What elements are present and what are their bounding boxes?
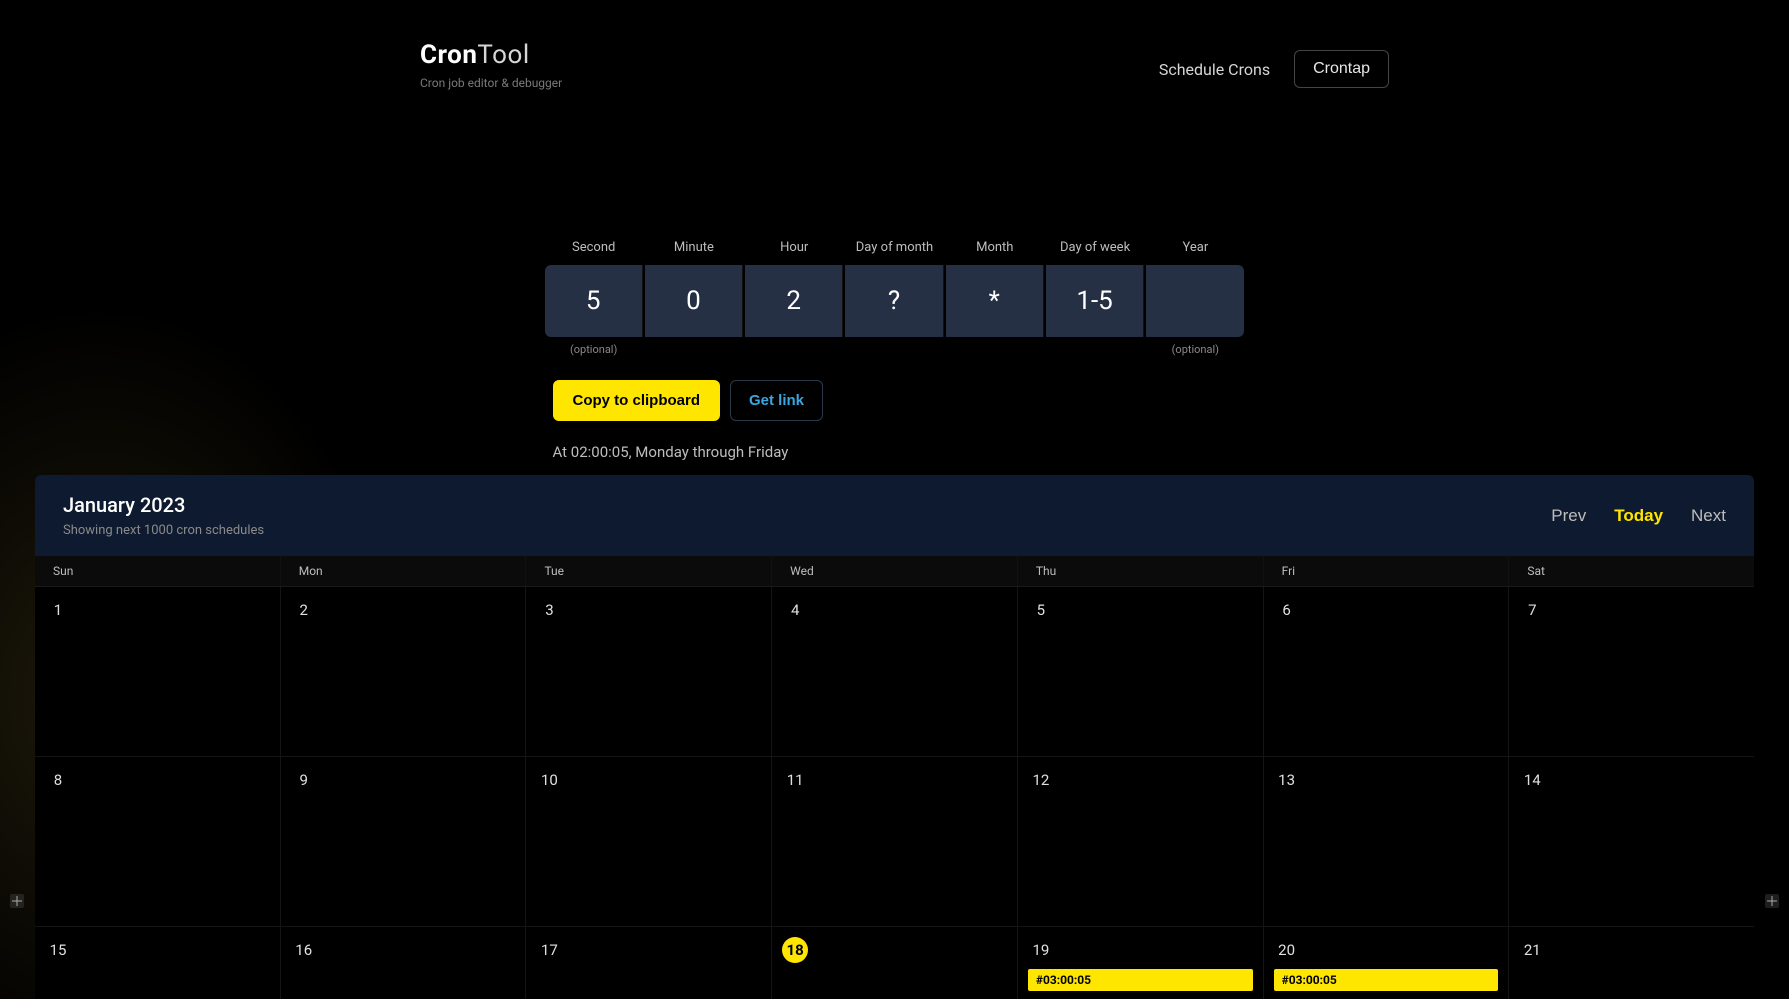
cron-field-hour: Hour 2 xyxy=(745,240,843,337)
day-number: 8 xyxy=(45,767,71,793)
calendar-day-cell[interactable]: 21 xyxy=(1509,927,1754,999)
cron-description: At 02:00:05, Monday through Friday xyxy=(553,443,789,461)
calendar-month-label: January 2023 xyxy=(63,493,264,517)
calendar-day-cell[interactable]: 14 xyxy=(1509,757,1754,927)
weekday-header: Sat xyxy=(1509,556,1754,586)
calendar-day-cell[interactable]: 10 xyxy=(526,757,772,927)
field-label: Hour xyxy=(780,240,808,255)
calendar-day-cell[interactable]: 20 #03:00:05 xyxy=(1264,927,1510,999)
day-number: 6 xyxy=(1274,597,1300,623)
day-number-today: 18 xyxy=(782,937,808,963)
crontap-button[interactable]: Crontap xyxy=(1294,50,1389,88)
calendar-next-button[interactable]: Next xyxy=(1691,506,1726,526)
brand-title: CronTool xyxy=(420,40,562,70)
day-number: 5 xyxy=(1028,597,1054,623)
day-number: 10 xyxy=(536,767,562,793)
weekday-header: Mon xyxy=(281,556,527,586)
day-number: 7 xyxy=(1519,597,1545,623)
day-number: 16 xyxy=(291,937,317,963)
day-number: 11 xyxy=(782,767,808,793)
cron-field-minute: Minute 0 xyxy=(645,240,743,337)
brand-subtitle: Cron job editor & debugger xyxy=(420,76,562,90)
day-number: 14 xyxy=(1519,767,1545,793)
calendar-day-cell[interactable]: 7 xyxy=(1509,587,1754,757)
calendar-subtitle: Showing next 1000 cron schedules xyxy=(63,523,264,538)
calendar-day-cell[interactable]: 12 xyxy=(1018,757,1264,927)
day-number: 19 xyxy=(1028,937,1054,963)
cron-field-second: Second 5 (optional) xyxy=(545,240,643,356)
cron-field-day-of-week: Day of week 1-5 xyxy=(1046,240,1144,337)
schedule-event[interactable]: #03:00:05 xyxy=(1274,969,1499,991)
calendar-day-cell[interactable]: 5 xyxy=(1018,587,1264,757)
calendar-week-row: 8 9 10 11 12 13 14 xyxy=(35,757,1754,927)
day-number: 17 xyxy=(536,937,562,963)
field-label: Day of month xyxy=(856,240,933,255)
cron-field-month: Month * xyxy=(946,240,1044,337)
drag-handle-icon xyxy=(1767,896,1777,906)
calendar-week-row: 1 2 3 4 5 6 7 xyxy=(35,587,1754,757)
field-input[interactable]: 5 xyxy=(545,265,643,337)
get-link-button[interactable]: Get link xyxy=(730,380,823,421)
field-input[interactable]: 1-5 xyxy=(1046,265,1144,337)
copy-to-clipboard-button[interactable]: Copy to clipboard xyxy=(553,380,721,421)
calendar-day-cell[interactable]: 16 xyxy=(281,927,527,999)
field-optional-hint: (optional) xyxy=(1172,343,1219,356)
day-number: 21 xyxy=(1519,937,1545,963)
calendar-today-button[interactable]: Today xyxy=(1614,506,1663,526)
day-number: 20 xyxy=(1274,937,1300,963)
calendar-day-cell[interactable]: 3 xyxy=(526,587,772,757)
cron-field-day-of-month: Day of month? xyxy=(845,240,943,337)
calendar-day-cell[interactable]: 4 xyxy=(772,587,1018,757)
weekday-header: Sun xyxy=(35,556,281,586)
day-number: 2 xyxy=(291,597,317,623)
brand-block: CronTool Cron job editor & debugger xyxy=(420,40,562,90)
calendar-day-cell[interactable]: 1 xyxy=(35,587,281,757)
schedule-crons-link[interactable]: Schedule Crons xyxy=(1159,60,1270,79)
field-input[interactable] xyxy=(1146,265,1244,337)
calendar-day-cell[interactable]: 17 xyxy=(526,927,772,999)
weekday-header: Thu xyxy=(1018,556,1264,586)
field-optional-hint: (optional) xyxy=(570,343,617,356)
day-number: 12 xyxy=(1028,767,1054,793)
weekday-header-row: SunMonTueWedThuFriSat xyxy=(35,556,1754,587)
day-number: 9 xyxy=(291,767,317,793)
field-label: Day of week xyxy=(1060,240,1130,255)
field-label: Year xyxy=(1182,240,1208,255)
day-number: 4 xyxy=(782,597,808,623)
day-number: 1 xyxy=(45,597,71,623)
left-resize-handle[interactable] xyxy=(10,894,24,908)
drag-handle-icon xyxy=(12,896,22,906)
calendar-day-cell[interactable]: 6 xyxy=(1264,587,1510,757)
weekday-header: Tue xyxy=(526,556,772,586)
day-number: 15 xyxy=(45,937,71,963)
calendar-week-row: 15 16 17 18 19 #03:00:05 20 #03:00:05 21 xyxy=(35,927,1754,999)
weekday-header: Wed xyxy=(772,556,1018,586)
calendar-prev-button[interactable]: Prev xyxy=(1551,506,1586,526)
field-input[interactable]: ? xyxy=(845,265,943,337)
cron-field-year: Year (optional) xyxy=(1146,240,1244,356)
calendar-day-cell[interactable]: 19 #03:00:05 xyxy=(1018,927,1264,999)
calendar: January 2023 Showing next 1000 cron sche… xyxy=(35,475,1754,999)
cron-fields-row: Second5(optional)Minute0Hour2Day of mont… xyxy=(545,240,1245,356)
field-input[interactable]: 0 xyxy=(645,265,743,337)
calendar-day-cell[interactable]: 15 xyxy=(35,927,281,999)
field-input[interactable]: * xyxy=(946,265,1044,337)
field-input[interactable]: 2 xyxy=(745,265,843,337)
calendar-day-cell[interactable]: 11 xyxy=(772,757,1018,927)
field-label: Second xyxy=(572,240,615,255)
weekday-header: Fri xyxy=(1264,556,1510,586)
day-number: 3 xyxy=(536,597,562,623)
schedule-event[interactable]: #03:00:05 xyxy=(1028,969,1253,991)
field-label: Minute xyxy=(674,240,714,255)
right-resize-handle[interactable] xyxy=(1765,894,1779,908)
calendar-day-cell[interactable]: 2 xyxy=(281,587,527,757)
calendar-day-cell[interactable]: 13 xyxy=(1264,757,1510,927)
calendar-grid: 12345678910111213141516171819#03:00:0520… xyxy=(35,587,1754,999)
calendar-day-cell[interactable]: 9 xyxy=(281,757,527,927)
calendar-day-cell[interactable]: 8 xyxy=(35,757,281,927)
day-number: 13 xyxy=(1274,767,1300,793)
field-label: Month xyxy=(976,240,1013,255)
calendar-day-cell[interactable]: 18 xyxy=(772,927,1018,999)
